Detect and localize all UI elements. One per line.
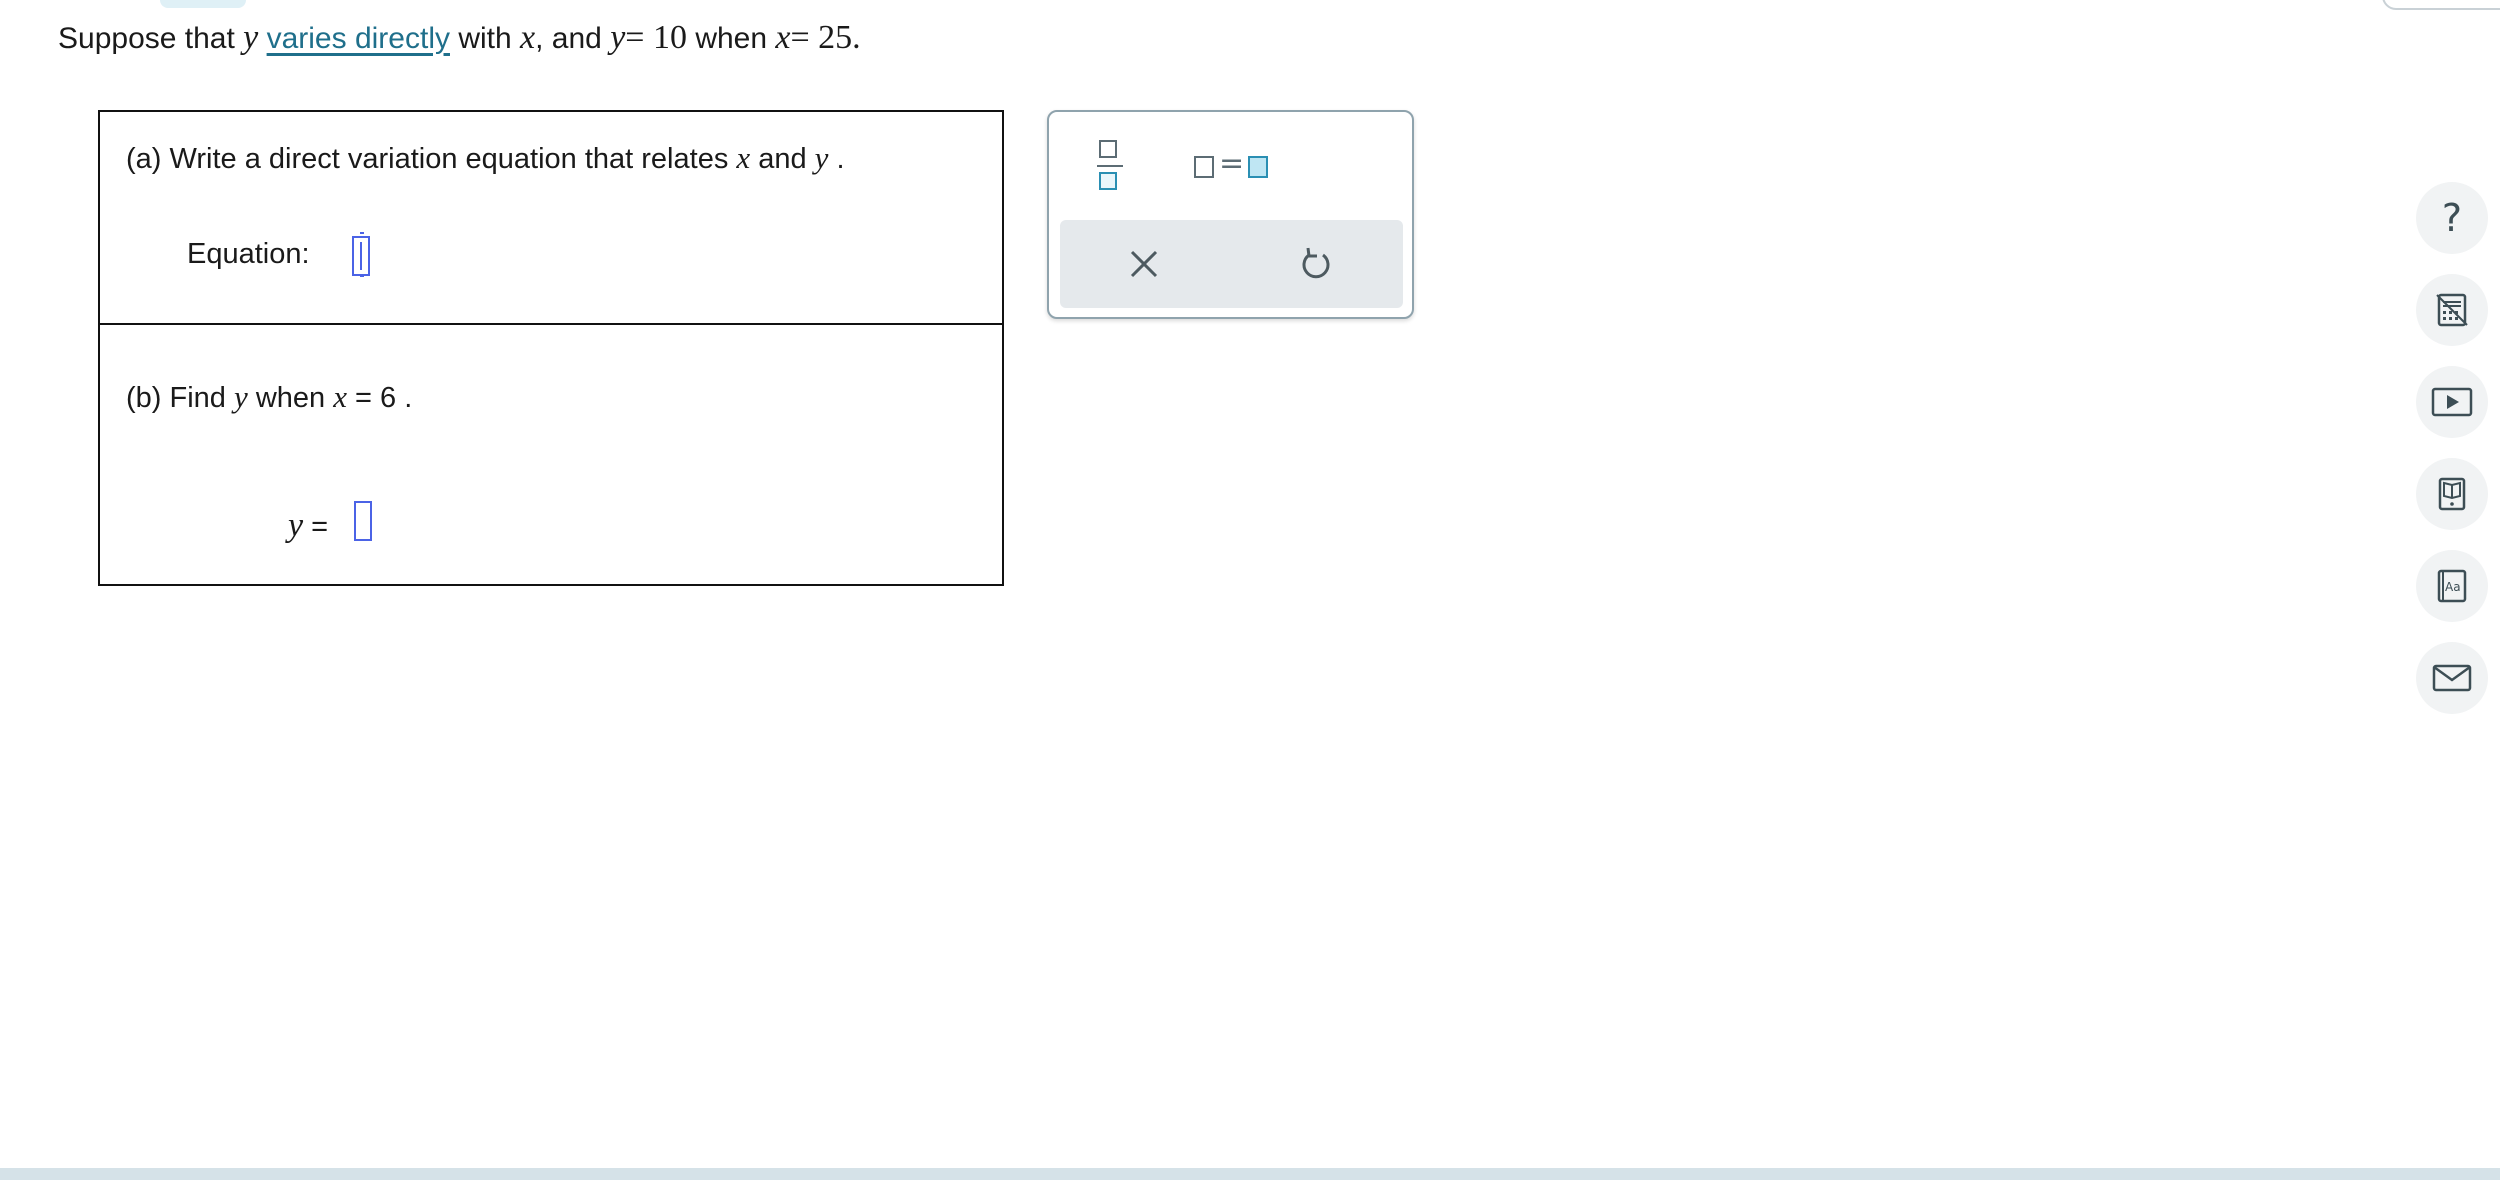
part-b-label: (b) Find [126,382,226,414]
close-icon [1130,250,1158,278]
problem-statement: Suppose that y varies directly with x, a… [58,14,861,63]
part-a-text: and [758,143,807,175]
part-b-text: . [404,382,413,414]
video-button[interactable] [2416,366,2488,438]
prompt-var-y: y [610,19,626,56]
prompt-var-x: x [520,19,536,56]
part-a-question: (a) Write a direct variation equation th… [126,140,845,176]
part-b-condition: = 6 [355,382,397,414]
top-tab[interactable] [160,0,246,8]
part-a-text: . [836,143,845,175]
text-cursor [360,242,362,270]
calculator-icon [2436,293,2468,327]
calculator-button[interactable] [2416,274,2488,346]
part-b-text: when [255,382,326,414]
fraction-button[interactable] [1097,138,1123,194]
bottom-bar [0,1168,2500,1180]
message-button[interactable] [2416,642,2488,714]
part-a-box: (a) Write a direct variation equation th… [98,110,1004,325]
prompt-text: Suppose that [58,22,235,55]
prompt-text: , and [535,22,602,55]
fraction-bar-icon [1097,165,1123,167]
video-play-icon [2431,387,2473,417]
undo-button[interactable] [1296,244,1336,284]
undo-icon [1302,247,1330,279]
answer-label: y = [288,507,328,545]
textbook-button[interactable] [2416,458,2488,530]
dictionary-icon: Aa [2437,569,2467,603]
envelope-icon [2432,664,2472,692]
toolbar-actions [1060,220,1403,308]
svg-text:Aa: Aa [2445,580,2461,594]
clear-button[interactable] [1124,244,1164,284]
help-button[interactable]: ? [2416,182,2488,254]
equation-right-box-icon [1248,156,1268,178]
part-b-question: (b) Find y when x = 6 . [126,379,412,415]
fraction-numerator-icon [1099,140,1117,158]
part-b-var-x: x [333,379,347,414]
math-toolbar: = [1047,110,1414,319]
prompt-value: = 10 [625,19,687,56]
varies-directly-link[interactable]: varies directly [267,22,450,55]
prompt-var-y: y [243,19,259,56]
equation-input[interactable] [352,232,370,277]
textbook-icon [2438,477,2466,511]
equation-label: Equation: [187,238,310,270]
question-mark-icon: ? [2441,196,2463,240]
equals-sign-icon: = [1219,146,1245,181]
part-b-box: (b) Find y when x = 6 . y = [98,323,1004,586]
part-a-var-x: x [736,140,751,175]
fraction-denominator-icon [1099,172,1117,190]
y-answer-input[interactable] [354,501,372,541]
answer-var-y: y [288,507,304,544]
prompt-value: = 25. [790,19,861,56]
top-right-button[interactable] [2382,0,2500,10]
prompt-text: with [458,22,512,55]
equation-left-box-icon [1194,156,1214,178]
prompt-var-x: x [775,19,791,56]
part-a-label: (a) Write a direct variation equation th… [126,143,729,175]
equation-template-button[interactable]: = [1194,146,1274,184]
part-b-var-y: y [233,379,248,414]
glossary-button[interactable]: Aa [2416,550,2488,622]
answer-equals: = [311,511,329,543]
part-a-var-y: y [814,140,829,175]
prompt-text: when [695,22,768,55]
